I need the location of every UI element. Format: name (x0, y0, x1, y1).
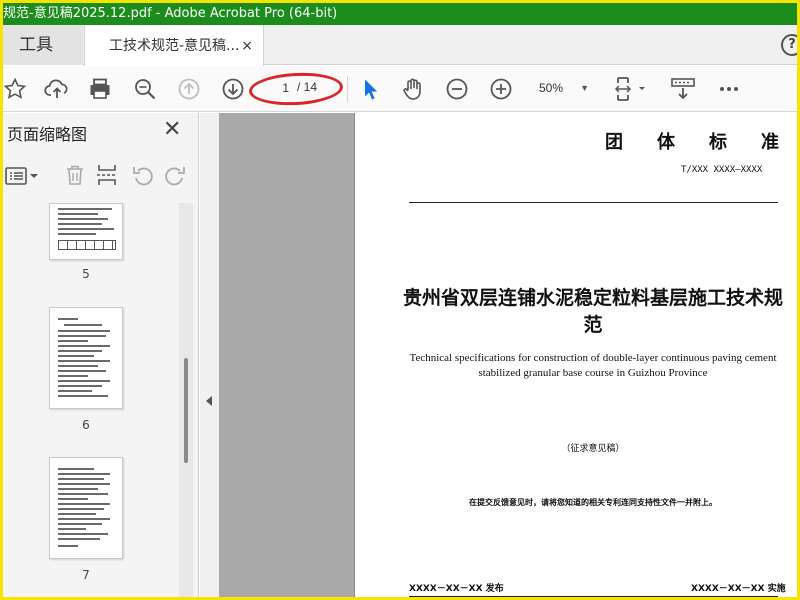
page-fit-icon[interactable] (611, 75, 651, 103)
cloud-upload-icon[interactable] (43, 75, 71, 103)
delete-icon[interactable] (63, 163, 87, 191)
redo-icon[interactable] (163, 163, 187, 191)
pdf-page: 团体标准 T/XXX XXXX—XXXX 贵州省双层连铺水泥稳定粒料基层施工技术… (354, 113, 800, 597)
acrobat-window: 规范-意见稿2025.12.pdf - Adobe Acrobat Pro (6… (0, 0, 800, 600)
next-page-icon[interactable] (219, 75, 247, 103)
zoom-in-icon[interactable] (487, 75, 515, 103)
thumbnail-toolbar (3, 161, 199, 191)
zoom-level-value: 50% (539, 81, 564, 95)
thumbnail-page-number: 5 (82, 267, 90, 281)
main-toolbar: / 14 50% ▼ (3, 66, 797, 112)
undo-icon[interactable] (131, 163, 155, 191)
star-icon[interactable] (3, 75, 29, 103)
document-title-cn: 贵州省双层连铺水泥稳定粒料基层施工技术规范 (403, 287, 784, 336)
pane-splitter[interactable] (200, 113, 219, 597)
print-icon[interactable] (86, 75, 114, 103)
zoom-search-icon[interactable] (131, 75, 159, 103)
insert-icon[interactable] (95, 163, 119, 191)
thumbnail-page[interactable] (49, 457, 123, 559)
thumbnail-page[interactable] (49, 307, 123, 409)
footer-rule (409, 596, 778, 597)
hand-icon[interactable] (399, 75, 427, 103)
thumbnail-page-number: 6 (82, 418, 90, 432)
tab-document[interactable]: 工技术规范-意见稿... × (84, 25, 264, 66)
scroll-mode-icon[interactable] (669, 75, 697, 103)
thumbnails-pane: 页面缩略图 ✕ 5 6 7 (3, 113, 199, 597)
submission-note: 在提交反馈意见时，请将您知道的相关专利连同支持性文件一并附上。 (469, 498, 717, 507)
collapse-pane-icon[interactable] (206, 396, 212, 406)
scrollbar-thumb[interactable] (184, 358, 188, 463)
thumbnail-page[interactable] (49, 203, 123, 260)
window-title-bar: 规范-意见稿2025.12.pdf - Adobe Acrobat Pro (6… (3, 3, 797, 25)
thumbnail-page-number: 7 (82, 568, 90, 582)
window-title: 规范-意见稿2025.12.pdf - Adobe Acrobat Pro (6… (3, 6, 338, 21)
document-title-en: Technical specifications for constructio… (409, 352, 777, 379)
tab-document-label: 工技术规范-意见稿... (109, 38, 240, 54)
close-pane-icon[interactable]: ✕ (163, 117, 181, 142)
standard-code: T/XXX XXXX—XXXX (681, 165, 763, 175)
tab-tools[interactable]: 工具 (3, 25, 83, 65)
more-icon[interactable] (715, 75, 743, 103)
toolbar-separator (347, 76, 348, 102)
zoom-out-icon[interactable] (443, 75, 471, 103)
tab-tools-label: 工具 (19, 35, 53, 55)
zoom-level-select[interactable]: 50% ▼ (533, 77, 595, 99)
issue-date: XXXX－XX－XX 发布 (409, 584, 504, 594)
page-options-icon[interactable] (5, 165, 41, 191)
chevron-down-icon: ▼ (580, 83, 589, 93)
close-tab-icon[interactable]: × (241, 25, 253, 67)
pane-title: 页面缩略图 (7, 125, 88, 144)
select-cursor-icon[interactable] (355, 75, 383, 103)
help-icon[interactable]: ? (781, 34, 797, 56)
implementation-date: XXXX－XX－XX 实施 (691, 584, 786, 594)
tab-strip: 工具 工技术规范-意见稿... × ? (3, 25, 797, 66)
standard-type: 团体标准 (605, 132, 800, 153)
prev-page-icon[interactable] (175, 75, 203, 103)
header-rule (409, 202, 778, 203)
draft-note: （征求意见稿） (561, 444, 625, 454)
